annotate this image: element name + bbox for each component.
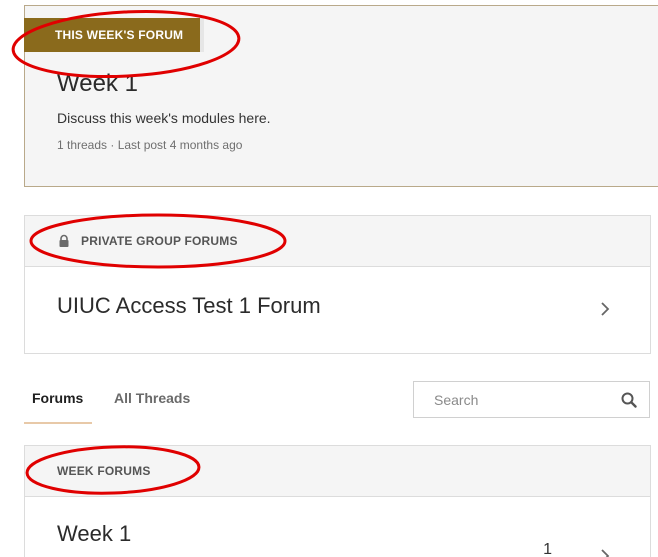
chevron-right-icon[interactable] xyxy=(600,547,610,557)
week-forum-thread-count: 1 xyxy=(543,541,552,557)
active-tab-underline xyxy=(24,422,92,424)
week-forum-row[interactable]: Week 1 1 xyxy=(25,497,650,557)
week-forum-description: Discuss this week's modules here. xyxy=(57,110,271,126)
week-forum-title[interactable]: Week 1 xyxy=(57,70,138,98)
week-forums-header: WEEK FORUMS xyxy=(25,446,650,497)
week-forums-header-label: WEEK FORUMS xyxy=(57,464,151,478)
private-group-header: PRIVATE GROUP FORUMS xyxy=(25,216,650,267)
tab-all-threads[interactable]: All Threads xyxy=(114,390,190,406)
tab-forums[interactable]: Forums xyxy=(32,390,83,406)
chevron-right-icon[interactable] xyxy=(600,300,610,318)
private-forum-title[interactable]: UIUC Access Test 1 Forum xyxy=(57,293,321,319)
tag-shadow xyxy=(200,18,204,52)
lock-icon xyxy=(59,234,69,247)
search-icon[interactable] xyxy=(621,392,637,408)
private-forum-row[interactable]: UIUC Access Test 1 Forum xyxy=(25,267,650,353)
week-forum-meta: 1 threads · Last post 4 months ago xyxy=(57,138,243,152)
week-forums-panel: WEEK FORUMS Week 1 1 xyxy=(24,445,651,557)
this-week-forum-card[interactable]: THIS WEEK'S FORUM Week 1 Discuss this we… xyxy=(24,5,658,187)
private-group-header-label: PRIVATE GROUP FORUMS xyxy=(81,234,238,248)
week-forum-row-title[interactable]: Week 1 xyxy=(57,521,131,547)
search-input[interactable] xyxy=(414,391,604,408)
private-group-forums-panel: PRIVATE GROUP FORUMS UIUC Access Test 1 … xyxy=(24,215,651,354)
search-box[interactable] xyxy=(413,381,650,418)
this-week-forum-tag: THIS WEEK'S FORUM xyxy=(24,18,200,52)
